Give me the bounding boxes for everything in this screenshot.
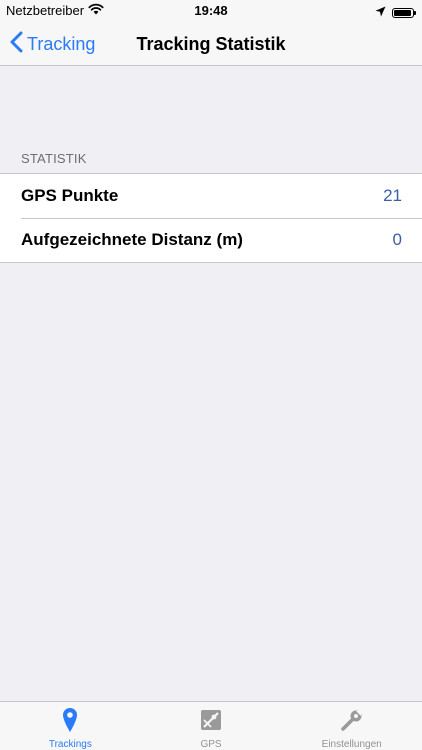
map-pin-icon (62, 707, 78, 733)
tab-label: GPS (200, 739, 222, 750)
status-bar: Netzbetreiber 19:48 (0, 0, 422, 22)
tab-label: Trackings (48, 739, 92, 750)
tab-einstellungen[interactable]: Einstellungen (281, 702, 422, 750)
statistics-table: GPS Punkte 21 Aufgezeichnete Distanz (m)… (0, 173, 422, 263)
row-value: 21 (383, 186, 402, 205)
row-value: 0 (392, 230, 402, 249)
battery-icon (392, 8, 416, 18)
location-arrow-icon (375, 4, 386, 22)
map-icon (200, 707, 222, 733)
table-row: GPS Punkte 21 (0, 174, 422, 218)
status-time: 19:48 (194, 3, 228, 18)
wrench-icon (340, 707, 364, 733)
section-header: STATISTIK (21, 151, 87, 166)
status-right (375, 4, 416, 22)
tab-trackings[interactable]: Trackings (0, 702, 141, 750)
tab-bar: Trackings GPS Einstellungen (0, 701, 422, 750)
chevron-left-icon (10, 31, 23, 58)
tab-gps[interactable]: GPS (141, 702, 282, 750)
back-button[interactable]: Tracking (10, 22, 95, 66)
navigation-bar: Tracking Tracking Statistik (0, 22, 422, 66)
row-label: GPS Punkte (21, 186, 119, 205)
back-label: Tracking (27, 33, 96, 54)
tab-label: Einstellungen (321, 739, 382, 750)
row-label: Aufgezeichnete Distanz (m) (21, 230, 243, 249)
table-row: Aufgezeichnete Distanz (m) 0 (0, 218, 422, 262)
